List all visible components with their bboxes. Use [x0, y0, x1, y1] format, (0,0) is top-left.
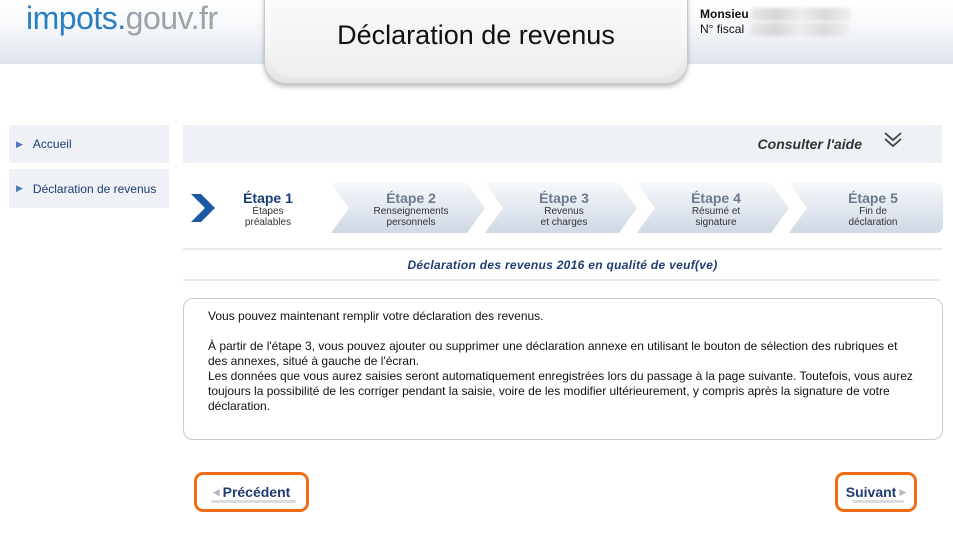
next-button[interactable]: Suivant ▶: [835, 472, 917, 512]
divider: [183, 248, 942, 250]
step-subtitle-line2: déclaration: [848, 217, 898, 228]
info-paragraph-3: Les données que vous aurez saisies seron…: [208, 369, 913, 413]
next-button-label: Suivant: [845, 484, 897, 500]
step-text: Étape 5 Fin de déclaration: [803, 190, 943, 228]
step-text: Étape 2 Renseignements personnels: [345, 190, 477, 228]
sidebar-item-declaration[interactable]: ▶ Déclaration de revenus: [9, 169, 169, 208]
step-subtitle-line1: Revenus: [544, 206, 584, 217]
step-title: Étape 5: [848, 190, 898, 206]
triangle-left-icon: ◀: [212, 486, 220, 497]
info-paragraph-1: Vous pouvez maintenant remplir votre déc…: [208, 309, 544, 323]
triangle-right-icon: ▶: [16, 183, 23, 193]
user-info: Monsieu N° fiscal: [700, 7, 851, 37]
info-paragraph-2: À partir de l'étape 3, vous pouvez ajout…: [208, 339, 898, 368]
step-subtitle-line1: Fin de: [859, 206, 887, 217]
step-subtitle-line2: et charges: [540, 217, 588, 228]
triangle-right-icon: ▶: [899, 486, 907, 497]
sidebar-item-label: Accueil: [32, 137, 72, 151]
step-subtitle-line2: préalables: [244, 217, 292, 228]
step-subtitle-line1: Renseignements: [373, 206, 449, 217]
step-subtitle-line1: Résumé et: [691, 206, 741, 217]
previous-button-label: Précédent: [222, 484, 291, 500]
step-text: Étape 4 Résumé et signature: [651, 190, 781, 228]
step-title: Étape 4: [691, 190, 741, 206]
redacted-name: [750, 8, 851, 22]
step-subtitle-line1: Étapes: [252, 206, 284, 217]
step-subtitle-line2: signature: [695, 217, 737, 228]
step-5: Étape 5 Fin de déclaration: [789, 183, 943, 233]
site-logo[interactable]: impots.gouv.fr: [26, 0, 218, 37]
active-step-arrow-icon: [191, 194, 215, 222]
triangle-right-icon: ▶: [16, 138, 23, 149]
divider: [183, 279, 942, 281]
step-1: Étape 1 Étapes préalables: [183, 183, 333, 233]
logo-part-gouv: gouv.fr: [125, 0, 218, 36]
logo-part-impots: impots.: [26, 0, 126, 36]
sidebar-item-label: Déclaration de revenus: [32, 181, 157, 196]
sidebar-item-accueil[interactable]: ▶ Accueil: [9, 125, 169, 163]
help-bar: Consulter l'aide: [183, 125, 942, 163]
page-title-card: Déclaration de revenus: [264, 0, 688, 84]
fiscal-number-label: N° fiscal: [700, 22, 745, 36]
help-link[interactable]: Consulter l'aide: [758, 136, 862, 152]
step-2: Étape 2 Renseignements personnels: [331, 183, 487, 233]
redacted-fiscal-number: [750, 23, 851, 37]
step-3: Étape 3 Revenus et charges: [485, 183, 639, 233]
declaration-title: Déclaration des revenus 2016 en qualité …: [407, 258, 718, 272]
info-panel: Vous pouvez maintenant remplir votre déc…: [183, 298, 943, 440]
step-title: Étape 2: [386, 190, 436, 206]
double-chevron-down-icon[interactable]: [882, 129, 904, 151]
button-underline: [211, 500, 296, 503]
button-underline: [852, 500, 904, 503]
step-text: Étape 1 Étapes préalables: [223, 190, 313, 228]
user-name-label: Monsieu: [700, 7, 749, 21]
step-subtitle-line2: personnels: [386, 217, 436, 228]
step-text: Étape 3 Revenus et charges: [499, 190, 629, 228]
step-progress: Étape 1 Étapes préalables Étape 2 Rensei…: [183, 183, 943, 233]
step-title: Étape 3: [539, 190, 589, 206]
step-4: Étape 4 Résumé et signature: [637, 183, 791, 233]
step-title: Étape 1: [243, 190, 293, 206]
page-title: Déclaration de revenus: [337, 20, 615, 50]
previous-button[interactable]: ◀ Précédent: [194, 472, 309, 512]
